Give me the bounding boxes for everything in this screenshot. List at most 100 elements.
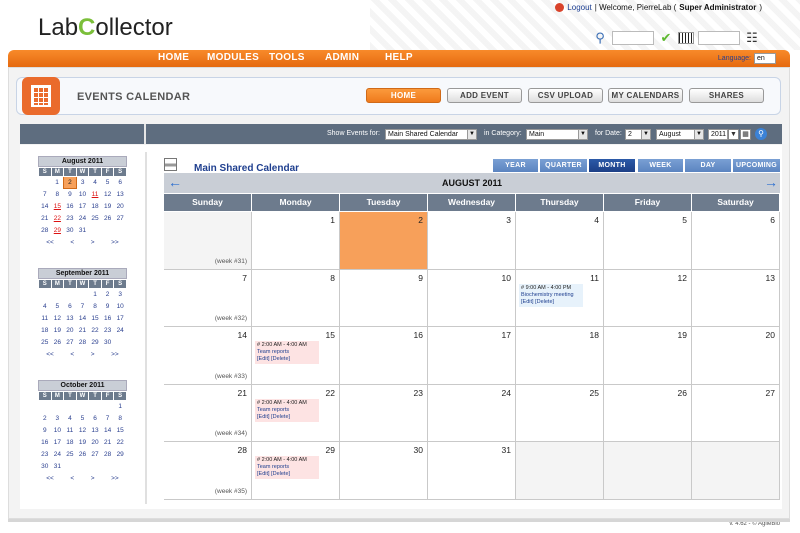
- mini-day[interactable]: 10: [76, 189, 89, 201]
- mini-day[interactable]: 5: [101, 177, 114, 189]
- day-cell[interactable]: 4: [516, 212, 604, 270]
- day-cell[interactable]: 10: [428, 269, 516, 328]
- mini-day[interactable]: 29: [114, 449, 127, 461]
- mini-day[interactable]: 7: [76, 301, 89, 313]
- mini-day[interactable]: 7: [101, 413, 114, 425]
- mini-nav-link[interactable]: <: [70, 473, 74, 484]
- event-edit-link[interactable]: [Edit]: [257, 414, 270, 420]
- mini-day[interactable]: 23: [39, 449, 52, 461]
- mini-day[interactable]: 16: [39, 437, 52, 449]
- mini-day[interactable]: 17: [51, 437, 64, 449]
- mini-day[interactable]: 8: [114, 413, 127, 425]
- day-cell[interactable]: 9: [340, 269, 428, 328]
- mini-nav-link[interactable]: <: [70, 237, 74, 248]
- mini-day[interactable]: 18: [89, 201, 102, 213]
- mini-day[interactable]: 4: [39, 301, 52, 313]
- mini-day[interactable]: 16: [101, 313, 114, 325]
- tab-day[interactable]: DAY: [685, 159, 731, 172]
- binoculars-icon[interactable]: ☷: [744, 30, 760, 46]
- mini-day[interactable]: 24: [51, 449, 64, 461]
- day-number[interactable]: 9: [418, 273, 423, 283]
- event-item[interactable]: # 9:00 AM - 4:00 PM Biochemistry meeting[…: [519, 283, 583, 307]
- mini-day[interactable]: 5: [76, 413, 89, 425]
- mini-nav-link[interactable]: <<: [46, 473, 54, 484]
- barcode-input[interactable]: [698, 31, 740, 45]
- day-cell[interactable]: 24: [428, 384, 516, 443]
- event-item[interactable]: # 2:00 AM - 4:00 AM Team reports [Edit] [D…: [255, 341, 319, 365]
- day-number[interactable]: 10: [502, 273, 511, 283]
- mini-day[interactable]: 14: [39, 201, 52, 213]
- mini-day[interactable]: 14: [76, 313, 89, 325]
- day-number[interactable]: 24: [502, 388, 511, 398]
- mini-nav-link[interactable]: >>: [111, 473, 119, 484]
- day-cell[interactable]: 22 # 2:00 AM - 4:00 AM Team reports [Edit] …: [252, 384, 340, 443]
- mini-day[interactable]: 30: [101, 337, 114, 349]
- day-cell[interactable]: 15 # 2:00 AM - 4:00 AM Team reports [Edit] …: [252, 327, 340, 385]
- mini-day[interactable]: 25: [89, 213, 102, 225]
- mini-day[interactable]: 10: [51, 425, 64, 437]
- mini-day[interactable]: 9: [64, 189, 77, 201]
- mini-day[interactable]: 26: [51, 337, 64, 349]
- mini-day[interactable]: 17: [114, 313, 127, 325]
- mini-nav-link[interactable]: <<: [46, 237, 54, 248]
- week-label[interactable]: (week #31): [215, 258, 247, 265]
- mini-day[interactable]: 1: [89, 289, 102, 301]
- mini-day[interactable]: 20: [114, 201, 127, 213]
- mini-day[interactable]: 6: [64, 301, 77, 313]
- mini-nav-link[interactable]: >: [91, 349, 95, 360]
- mini-day[interactable]: 18: [64, 437, 77, 449]
- logout-icon[interactable]: [555, 3, 565, 12]
- mini-day[interactable]: 15: [89, 313, 102, 325]
- event-edit-link[interactable]: [Edit]: [257, 356, 270, 362]
- tab-quarter[interactable]: QUARTER: [540, 159, 587, 172]
- mini-day[interactable]: 21: [76, 325, 89, 337]
- print-icon[interactable]: [164, 158, 177, 171]
- day-number[interactable]: 22: [326, 388, 335, 398]
- mini-nav-link[interactable]: >>: [111, 237, 119, 248]
- mini-day[interactable]: 12: [51, 313, 64, 325]
- menu-admin[interactable]: ADMIN: [325, 52, 359, 63]
- day-number[interactable]: 6: [770, 215, 775, 225]
- mini-day[interactable]: 23: [64, 213, 77, 225]
- app-logo[interactable]: LabCollector: [38, 14, 173, 42]
- search-icon[interactable]: ⚲: [755, 128, 767, 140]
- mini-day[interactable]: 21: [101, 437, 114, 449]
- mini-day[interactable]: 2: [39, 413, 52, 425]
- mini-day[interactable]: 16: [64, 201, 77, 213]
- mini-day[interactable]: 29: [89, 337, 102, 349]
- calendar-picker-icon[interactable]: ▦: [740, 129, 751, 140]
- quick-search-input[interactable]: [612, 31, 654, 45]
- mini-day[interactable]: 28: [76, 337, 89, 349]
- mini-day[interactable]: 14: [101, 425, 114, 437]
- shares-button[interactable]: SHARES: [689, 88, 764, 103]
- event-edit-link[interactable]: [Edit]: [521, 299, 534, 305]
- day-cell[interactable]: 19: [604, 327, 692, 385]
- day-number[interactable]: 3: [506, 215, 511, 225]
- day-number[interactable]: 23: [414, 388, 423, 398]
- event-title[interactable]: Team reports: [257, 464, 317, 471]
- category-select[interactable]: Main ▼: [526, 129, 588, 140]
- event-delete-link[interactable]: [Delete]: [271, 414, 290, 420]
- event-edit-link[interactable]: [Edit]: [257, 471, 270, 477]
- day-cell[interactable]: 27: [692, 384, 780, 443]
- mini-day[interactable]: 3: [51, 413, 64, 425]
- mini-day[interactable]: 4: [64, 413, 77, 425]
- mini-day[interactable]: 11: [39, 313, 52, 325]
- mini-day[interactable]: 21: [39, 213, 52, 225]
- day-number[interactable]: 21: [238, 388, 247, 398]
- week-label[interactable]: (week #35): [215, 488, 247, 495]
- mini-day[interactable]: 7: [39, 189, 52, 201]
- day-number[interactable]: 16: [414, 330, 423, 340]
- day-number[interactable]: 28: [238, 445, 247, 455]
- mini-nav-link[interactable]: >: [91, 237, 95, 248]
- logout-link[interactable]: Logout: [567, 3, 591, 12]
- day-number[interactable]: 4: [594, 215, 599, 225]
- mini-day[interactable]: 27: [114, 213, 127, 225]
- mini-day[interactable]: 25: [39, 337, 52, 349]
- day-number[interactable]: 20: [766, 330, 775, 340]
- mini-nav-link[interactable]: <<: [46, 349, 54, 360]
- day-cell[interactable]: 7 (week #32): [164, 269, 252, 328]
- year-select[interactable]: 2011: [708, 129, 728, 140]
- day-cell[interactable]: 13: [692, 269, 780, 328]
- day-number[interactable]: 25: [590, 388, 599, 398]
